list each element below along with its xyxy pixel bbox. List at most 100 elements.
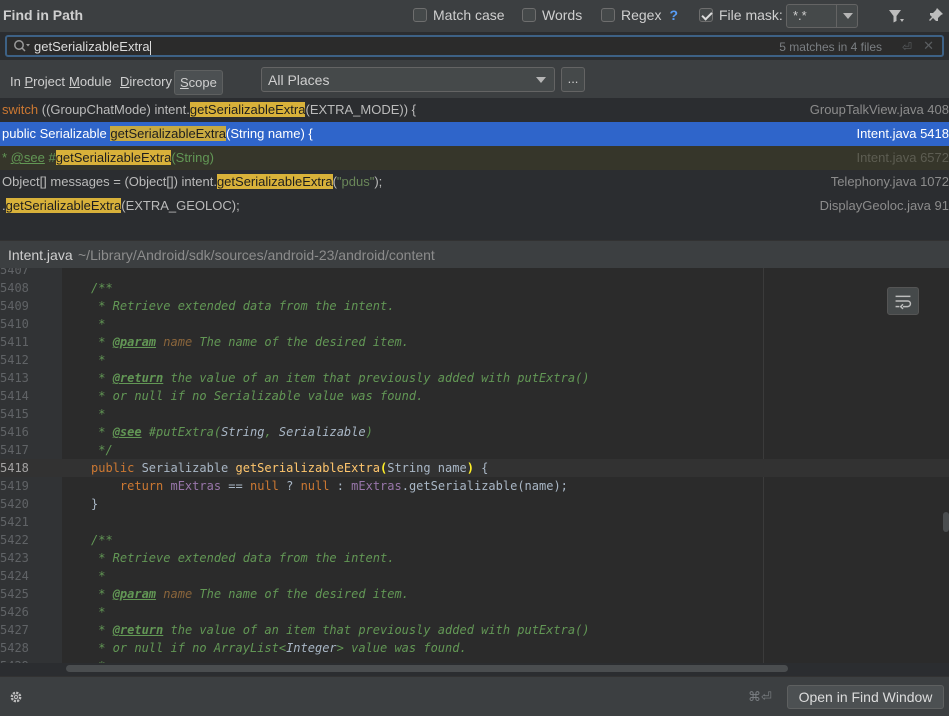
line-text: /** [91,281,113,295]
open-in-find-window-button[interactable]: Open in Find Window [787,685,944,709]
tab-directory[interactable]: Directory [120,74,172,89]
line-number: 5413 [0,371,29,385]
line-text: * @param name The name of the desired it… [91,335,409,349]
scope-select[interactable]: All Places [261,67,555,92]
line-text: * [91,407,105,421]
code-line: 5422 /** [0,531,949,549]
code-token: Serializable [278,425,366,439]
line-text: * @see #putExtra(String, Serializable) [91,425,373,439]
dialog-title: Find in Path [3,7,84,23]
code-segment: (String) [171,150,214,165]
match-case-checkbox[interactable] [413,8,427,22]
regex-option[interactable]: Regex ? [601,7,678,23]
line-text: return mExtras == null ? null : mExtras.… [91,479,568,493]
tab-in-project[interactable]: In Project [10,74,65,89]
code-line: 5415 * [0,405,949,423]
line-number: 5411 [0,335,29,349]
tab-scope[interactable]: Scope [174,70,223,95]
line-text: * @param name The name of the desired it… [91,587,409,601]
result-row[interactable]: switch ((GroupChatMode) intent.getSerial… [0,98,949,122]
line-text: * [91,605,105,619]
regex-help-icon[interactable]: ? [669,7,678,23]
code-token: .getSerializable(name); [401,479,568,493]
code-segment: @see [10,150,45,165]
code-token: mExtras [351,479,402,493]
tab-label-pre: In [10,74,25,89]
gear-icon[interactable] [8,689,24,705]
code-line: 5427 * @return the value of an item that… [0,621,949,639]
file-mask-dropdown[interactable] [836,4,858,28]
result-row[interactable]: .getSerializableExtra(EXTRA_GEOLOC); Dis… [0,194,949,218]
tab-mnemonic: S [180,75,189,90]
code-token: String name [387,461,467,475]
pin-icon[interactable] [928,7,944,23]
code-line: 5408 /** [0,279,949,297]
open-shortcut-hint: ⌘⏎ [748,689,772,704]
match-highlight: getSerializableExtra [216,174,333,189]
words-checkbox[interactable] [522,8,536,22]
match-highlight: getSerializableExtra [189,102,306,117]
code-token: getSerializableExtra [235,461,381,475]
file-mask-checkbox[interactable] [699,8,713,22]
line-number: 5417 [0,443,29,457]
code-segment: "pdus" [336,174,375,189]
code-token: name [156,335,193,349]
clear-icon[interactable]: ✕ [923,38,934,54]
code-token: * [91,335,113,349]
code-token: * [91,587,113,601]
line-number: 5409 [0,299,29,313]
search-icon[interactable] [13,39,31,53]
line-text: * @return the value of an item that prev… [91,623,590,637]
horizontal-scrollbar[interactable] [66,665,788,672]
line-number: 5420 [0,497,29,511]
code-segment: ); [374,174,383,189]
code-line: 5417 */ [0,441,949,459]
result-file: Telephony.java 1072 [830,174,949,189]
code-token: name [156,587,193,601]
code-line: 5421 [0,513,949,531]
line-text: /** [91,533,113,547]
code-line: 5416 * @see #putExtra(String, Serializab… [0,423,949,441]
match-case-option[interactable]: Match case [413,7,505,23]
soft-wrap-button[interactable] [887,287,919,315]
regex-checkbox[interactable] [601,8,615,22]
code-token: * [91,425,113,439]
line-text: * or null if no Serializable value was f… [91,389,423,403]
new-line-icon[interactable]: ⏎ [902,40,912,54]
result-row[interactable]: Object[] messages = (Object[]) intent.ge… [0,170,949,194]
preview-file-header: Intent.java ~/Library/Android/sdk/source… [0,240,949,268]
vertical-scrollbar[interactable] [943,512,949,532]
scope-more-button[interactable]: ... [561,67,585,92]
code-token: @return [112,623,164,637]
search-input[interactable]: getSerializableExtra [34,39,151,55]
code-token: > value was found. [336,641,467,655]
line-text: * Retrieve extended data from the intent… [91,551,394,565]
result-file: Intent.java 5418 [856,126,949,141]
code-token: * [91,659,105,663]
code-token: Serializable [141,461,236,475]
code-token: null [249,479,279,493]
code-line: 5412 * [0,351,949,369]
code-token: * [91,605,106,619]
file-mask-option[interactable]: File mask: [699,7,783,23]
text-caret [149,40,151,55]
tab-label-post: cope [188,75,217,90]
code-token: * [91,371,113,385]
search-field[interactable]: getSerializableExtra 5 matches in 4 file… [5,35,944,57]
words-option[interactable]: Words [522,7,582,23]
code-line: 5418 public Serializable getSerializableE… [0,459,949,477]
preview-file-name: Intent.java [8,247,73,263]
line-number: 5419 [0,479,29,493]
result-row-selected[interactable]: public Serializable getSerializableExtra… [0,122,949,146]
line-number: 5423 [0,551,29,565]
code-token: public [91,461,142,475]
code-token: : [329,479,352,493]
tab-module[interactable]: Module [69,74,112,89]
code-token: the value of an item that previously add… [163,623,590,637]
code-segment: Object[] messages = (Object[]) intent. [2,174,217,189]
code-preview[interactable]: 5407 5408 /** 5409 * Retrieve extended data… [0,268,949,663]
line-number: 5407 [0,268,29,277]
result-row[interactable]: * @see #getSerializableExtra(String) Int… [0,146,949,170]
code-token: The name of the desired item. [192,587,409,601]
filter-icon[interactable] [888,8,904,24]
